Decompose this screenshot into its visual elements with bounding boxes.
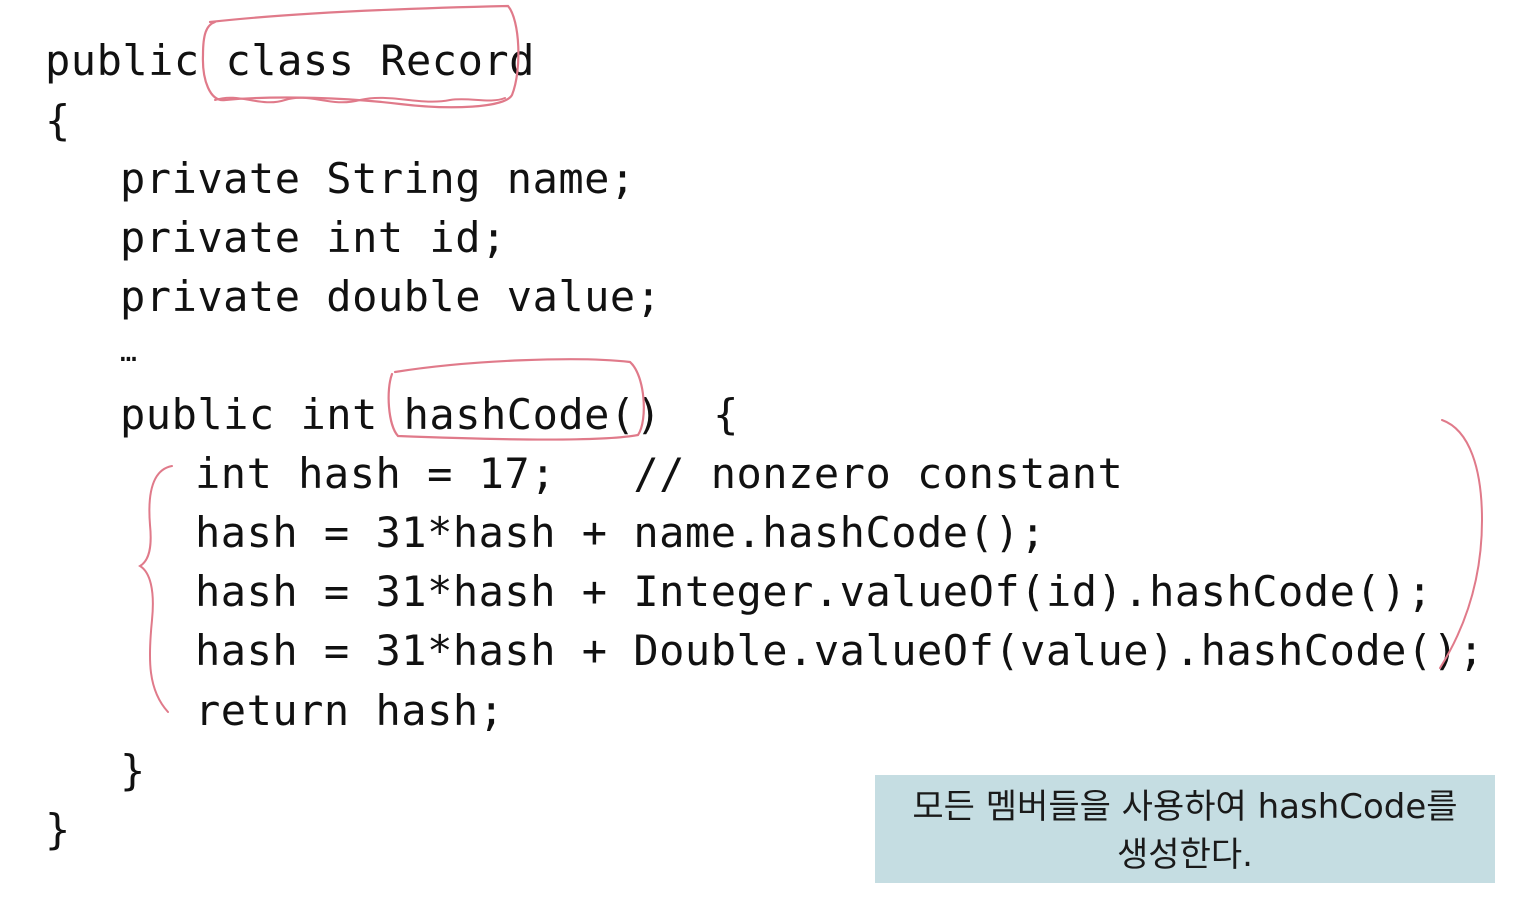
code-line-open-brace: { xyxy=(45,96,71,145)
code-line-hash-name: hash = 31*hash + name.hashCode(); xyxy=(195,508,1046,557)
explanation-note: 모든 멤버들을 사용하여 hashCode를 생성한다. xyxy=(875,775,1495,883)
code-line-ellipsis: … xyxy=(120,335,138,368)
code-line-field-id: private int id; xyxy=(120,213,507,262)
code-line-field-name: private String name; xyxy=(120,154,636,203)
code-line-method-close: } xyxy=(120,746,146,795)
code-line-hash-id: hash = 31*hash + Integer.valueOf(id).has… xyxy=(195,567,1433,616)
code-line-return: return hash; xyxy=(195,686,505,735)
code-line-class-close: } xyxy=(45,805,71,854)
code-line-hash-init: int hash = 17; // nonzero constant xyxy=(195,449,1124,498)
code-line-hash-value: hash = 31*hash + Double.valueOf(value).h… xyxy=(195,626,1485,675)
code-listing: public class Record { private String nam… xyxy=(0,0,1536,908)
code-line-field-value: private double value; xyxy=(120,272,662,321)
code-line-method-signature: public int hashCode() { xyxy=(120,390,739,439)
code-line-class-declaration: public class Record xyxy=(45,36,535,85)
